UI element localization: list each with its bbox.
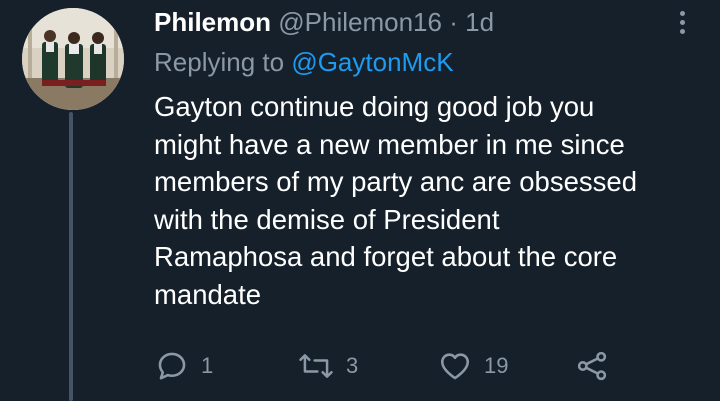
heart-icon	[440, 353, 470, 380]
reply-button[interactable]: 1	[155, 346, 213, 386]
tweet[interactable]: Philemon @Philemon16 · 1d Replying to @G…	[0, 0, 720, 401]
reply-count: 1	[201, 353, 214, 378]
timestamp[interactable]: 1d	[465, 7, 494, 37]
like-count: 19	[484, 353, 509, 378]
more-options-button[interactable]	[672, 8, 692, 38]
tweet-content: Philemon @Philemon16 · 1d Replying to @G…	[154, 0, 694, 313]
like-button[interactable]: 19	[438, 346, 508, 386]
more-vertical-icon-dot	[679, 20, 685, 25]
tweet-header: Philemon @Philemon16 · 1d	[154, 0, 694, 44]
retweet-icon	[299, 354, 333, 378]
share-button[interactable]	[575, 346, 609, 386]
reply-icon	[158, 352, 186, 380]
more-vertical-icon	[679, 11, 685, 16]
display-name[interactable]: Philemon	[154, 7, 271, 37]
avatar-column	[22, 8, 124, 110]
replying-to: Replying to @GaytonMcK	[154, 44, 694, 80]
avatar[interactable]	[22, 8, 124, 110]
avatar-photo	[22, 8, 124, 110]
replying-to-handle[interactable]: @GaytonMcK	[291, 47, 453, 77]
share-icon	[577, 351, 607, 381]
retweet-count: 3	[346, 353, 359, 378]
tweet-text: Gayton continue doing good job you might…	[154, 91, 637, 310]
thread-line	[69, 112, 73, 401]
user-handle[interactable]: @Philemon16	[278, 7, 442, 37]
more-vertical-icon-dot	[679, 29, 685, 34]
replying-to-label: Replying to	[154, 47, 285, 77]
tweet-actions: 1 3 19	[150, 346, 630, 386]
separator-dot: ·	[449, 7, 458, 37]
retweet-button[interactable]: 3	[298, 346, 358, 386]
